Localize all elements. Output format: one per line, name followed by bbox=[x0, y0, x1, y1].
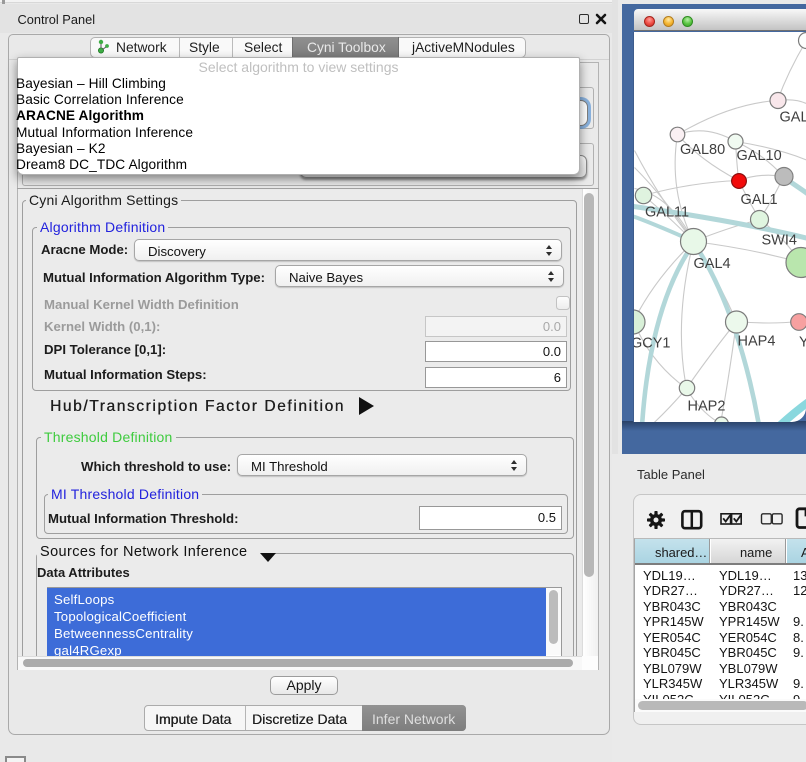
svg-text:GAL4: GAL4 bbox=[694, 256, 731, 272]
svg-text:Y: Y bbox=[799, 334, 806, 350]
svg-text:GAL10: GAL10 bbox=[737, 148, 782, 164]
svg-text:HAP4: HAP4 bbox=[738, 333, 776, 349]
svg-text:GAL1: GAL1 bbox=[741, 192, 778, 208]
svg-text:SWI4: SWI4 bbox=[762, 232, 797, 248]
svg-text:HAP2: HAP2 bbox=[688, 398, 726, 414]
svg-text:GAL: GAL bbox=[780, 109, 806, 125]
svg-text:GCY1: GCY1 bbox=[634, 335, 671, 351]
svg-text:GAL80: GAL80 bbox=[680, 142, 725, 158]
svg-text:GAL11: GAL11 bbox=[645, 204, 689, 220]
